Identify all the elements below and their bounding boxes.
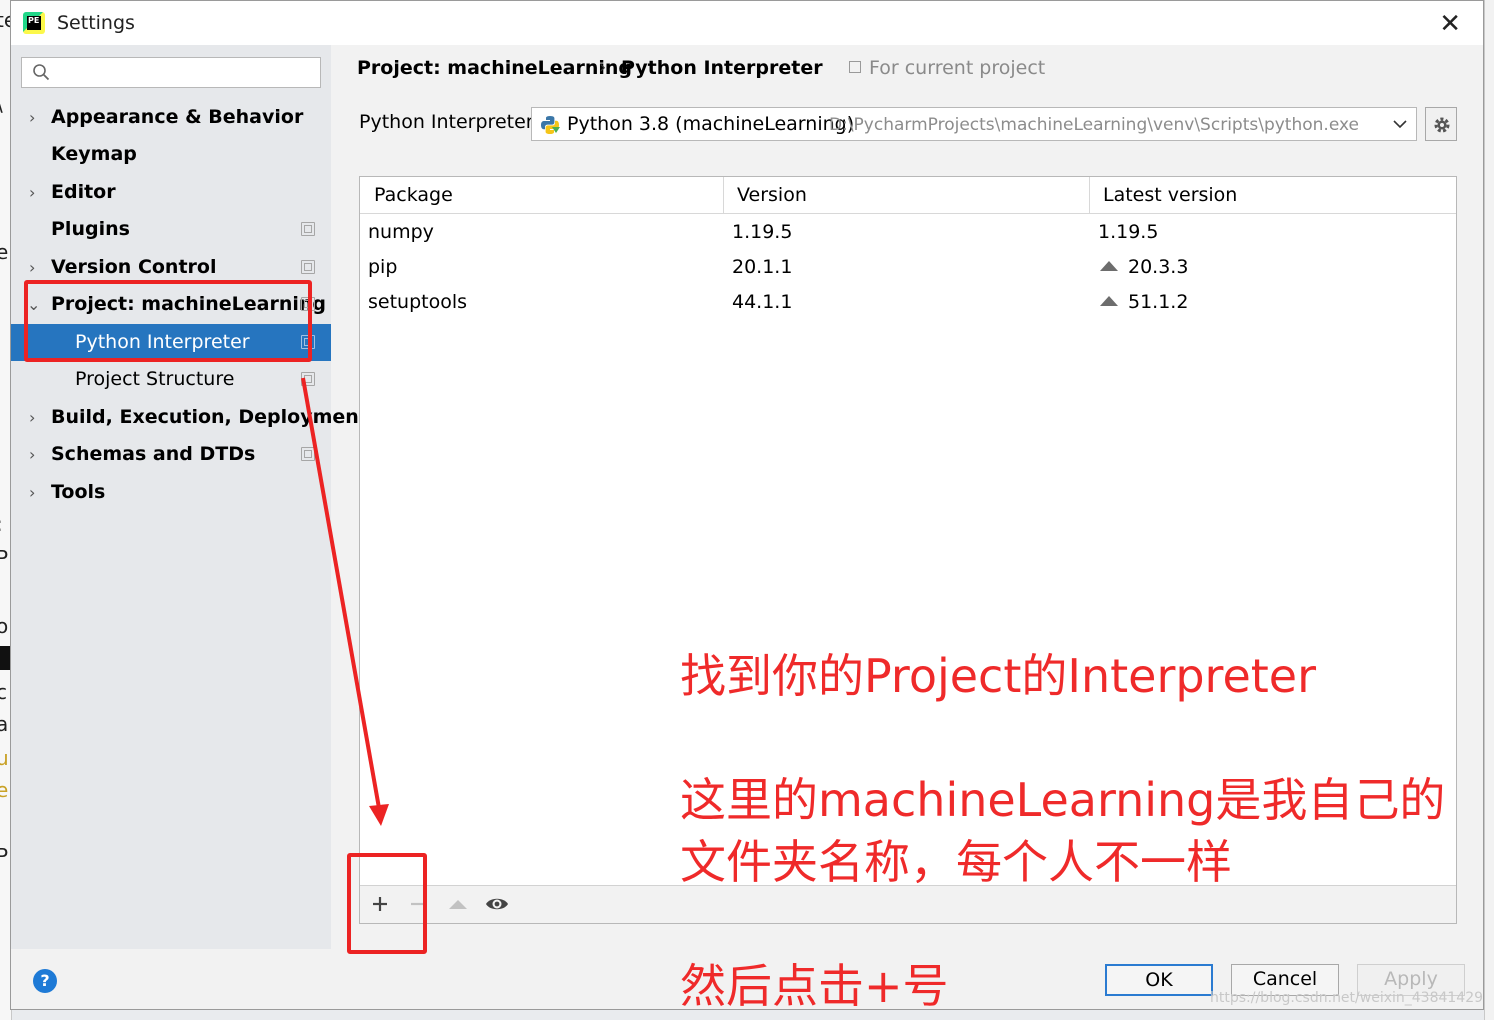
sidebar-item-label: Project Structure (75, 368, 235, 390)
chevron-right-icon: › (29, 108, 36, 127)
scope-indicator: For current project (849, 57, 1045, 79)
project-scope-icon (301, 222, 315, 236)
sidebar-item-label: Appearance & Behavior (51, 106, 304, 128)
package-latest-cell: 51.1.2 (1100, 285, 1188, 320)
chevron-right-icon: › (29, 483, 36, 502)
package-name: numpy (368, 221, 434, 243)
annotation-text: 然后点击+号 (680, 959, 949, 1013)
interpreter-dropdown[interactable]: Python 3.8 (machineLearning) D:\PycharmP… (531, 107, 1417, 141)
project-scope-icon (301, 260, 315, 274)
python-icon (541, 116, 560, 134)
chevron-down-icon (1393, 120, 1407, 129)
sidebar-item-editor[interactable]: › Editor (11, 174, 331, 211)
sidebar-item-build[interactable]: › Build, Execution, Deployment (11, 399, 368, 436)
window-title: Settings (57, 12, 135, 34)
sidebar-item-label: Plugins (51, 218, 130, 240)
settings-search-input[interactable] (21, 57, 321, 88)
highlight-box-add (347, 853, 427, 954)
annotation-text: 找到你的Project的Interpreter (680, 649, 1317, 703)
project-scope-icon (849, 61, 861, 73)
upgrade-package-icon[interactable] (444, 890, 472, 918)
table-row[interactable]: numpy 1.19.5 1.19.5 (360, 215, 1456, 250)
gear-icon (1434, 117, 1450, 133)
chevron-right-icon: › (29, 445, 36, 464)
breadcrumb-project[interactable]: Project: machineLearning (357, 57, 632, 79)
sidebar-item-schemas[interactable]: › Schemas and DTDs (11, 436, 331, 473)
eye-icon[interactable] (483, 890, 511, 918)
column-header-version[interactable]: Version (737, 177, 807, 214)
table-row[interactable]: setuptools 44.1.1 51.1.2 (360, 285, 1456, 320)
interpreter-label: Python Interpreter: (359, 111, 540, 133)
pycharm-logo-icon: PE (23, 12, 45, 34)
package-version: 1.19.5 (732, 221, 793, 243)
project-scope-icon (301, 447, 315, 461)
breadcrumb-separator: › (599, 57, 607, 78)
interpreter-settings-button[interactable] (1425, 107, 1457, 141)
table-row[interactable]: pip 20.1.1 20.3.3 (360, 250, 1456, 285)
package-version: 44.1.1 (732, 291, 793, 313)
package-name: setuptools (368, 291, 468, 313)
package-latest-version: 51.1.2 (1128, 291, 1189, 313)
upgrade-arrow-icon (1100, 261, 1118, 271)
package-name: pip (368, 256, 398, 278)
upgrade-arrow-icon (1100, 296, 1118, 306)
sidebar-item-tools[interactable]: › Tools (11, 474, 331, 511)
sidebar-item-appearance[interactable]: › Appearance & Behavior (11, 99, 331, 136)
column-header-latest-version[interactable]: Latest version (1103, 177, 1237, 214)
scope-label: For current project (869, 57, 1046, 79)
page-title: Python Interpreter (621, 57, 823, 79)
help-button[interactable]: ? (33, 969, 57, 993)
sidebar-item-label: Build, Execution, Deployment (51, 406, 368, 428)
sidebar-item-label: Schemas and DTDs (51, 443, 256, 465)
background-editor-right (1484, 0, 1494, 1020)
sidebar-item-project-structure[interactable]: Project Structure (11, 361, 331, 398)
column-header-package[interactable]: Package (374, 177, 453, 214)
package-latest-version: 1.19.5 (1098, 221, 1159, 243)
package-latest-cell: 20.3.3 (1100, 250, 1188, 285)
ok-button[interactable]: OK (1105, 964, 1213, 996)
highlight-box-project (24, 280, 312, 362)
interpreter-name: Python 3.8 (machineLearning) (567, 113, 855, 135)
settings-sidebar: › Appearance & Behavior Keymap › Editor … (11, 45, 368, 949)
interpreter-path: D:\PycharmProjects\machineLearning\venv\… (829, 115, 1359, 135)
package-version: 20.1.1 (732, 256, 793, 278)
close-icon[interactable]: ✕ (1439, 9, 1461, 39)
package-latest-version: 20.3.3 (1128, 256, 1189, 278)
search-icon (33, 64, 50, 81)
sidebar-item-label: Keymap (51, 143, 137, 165)
sidebar-item-label: Tools (51, 481, 106, 503)
sidebar-item-label: Editor (51, 181, 116, 203)
title-bar: PE Settings ✕ (11, 1, 1483, 45)
annotation-text: 这里的machineLearning是我自己的 (680, 773, 1446, 827)
table-header: Package Version Latest version (360, 177, 1456, 214)
watermark: https://blog.csdn.net/weixin_43841429 (1210, 990, 1484, 1006)
chevron-right-icon: › (29, 183, 36, 202)
sidebar-item-keymap[interactable]: Keymap (11, 136, 331, 173)
annotation-text: 文件夹名称，每个人不一样 (680, 835, 1232, 889)
project-scope-icon (301, 372, 315, 386)
sidebar-item-plugins[interactable]: Plugins (11, 211, 331, 248)
chevron-right-icon: › (29, 408, 36, 427)
